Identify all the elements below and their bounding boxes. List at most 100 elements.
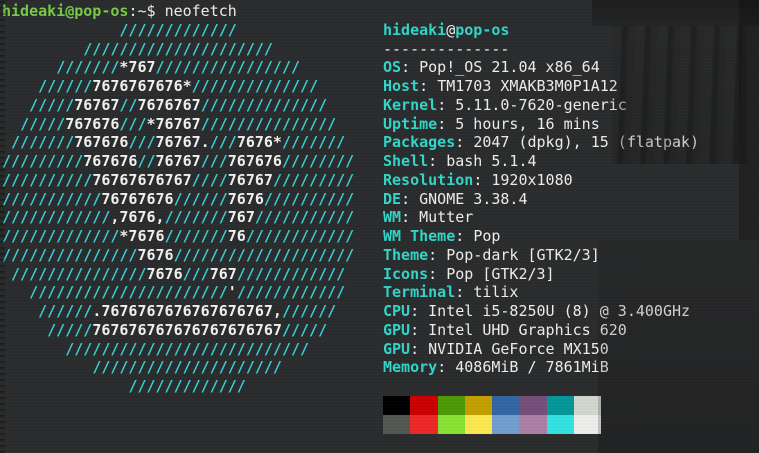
info-value: tilix — [473, 283, 519, 302]
info-row: GPU: NVIDIA GeForce MX150 — [383, 340, 699, 359]
info-row: WM Theme: Pop — [383, 227, 699, 246]
info-separator: : — [437, 358, 456, 377]
info-row: Packages: 2047 (dpkg), 15 (flatpak) — [383, 133, 699, 152]
neofetch-info-block: hideaki@pop-os -------------- OS: Pop!_O… — [383, 21, 699, 377]
info-value: 4086MiB / 7861MiB — [455, 358, 609, 377]
info-value: Intel i5-8250U (8) @ 3.400GHz — [428, 302, 691, 320]
pop-os-ascii-logo: ///////////// ///////////////////// ////… — [2, 21, 354, 396]
info-title-user: hideaki — [383, 20, 447, 39]
info-label: Host — [383, 77, 420, 95]
palette-row-bright — [383, 414, 601, 434]
color-swatch-bright-7 — [573, 414, 601, 434]
ascii-line: //////.7676767676767676767,////// — [38, 302, 337, 320]
info-separator: : — [401, 58, 420, 77]
info-row: Resolution: 1920x1080 — [383, 171, 699, 190]
terminal-window[interactable]: hideaki@pop-os :~$ neofetch /////////////… — [0, 0, 759, 453]
info-value: GNOME 3.38.4 — [419, 189, 528, 208]
info-label: Icons — [383, 264, 429, 283]
info-label: Terminal — [383, 283, 456, 302]
ascii-line: ///////////76767676//////7676////////// — [2, 189, 355, 208]
info-value: Pop!_OS 21.04 x86_64 — [419, 58, 600, 77]
info-underline: -------------- — [383, 39, 510, 58]
ascii-line: ///////////////////// — [92, 358, 282, 377]
info-row: Kernel: 5.11.0-7620-generic — [383, 96, 699, 115]
info-separator: : — [401, 208, 420, 227]
info-label: Memory — [383, 358, 438, 377]
ascii-line: ///////////////7676//////////////////// — [2, 245, 355, 264]
ascii-line: /////76767//7676767////////////// — [29, 95, 328, 114]
info-row: DE: GNOME 3.38.4 — [383, 190, 699, 209]
info-entries: OS: Pop!_OS 21.04 x86_64 Host: TM1703 XMA… — [383, 58, 699, 377]
info-value: Intel UHD Graphics 620 — [428, 320, 627, 339]
ascii-line: ///////*767//////////////// — [56, 58, 301, 77]
ascii-line: ///////////////7676///767//////////// — [11, 264, 346, 283]
ascii-line: ///////////// — [119, 20, 237, 39]
info-separator: : — [419, 77, 438, 95]
color-swatch-bright-4 — [492, 414, 520, 434]
color-swatch-bright-2 — [437, 414, 465, 434]
ascii-line: ///////767676///76767.///7676*/////// — [11, 133, 346, 152]
info-row: GPU: Intel UHD Graphics 620 — [383, 321, 699, 340]
info-label: Resolution — [383, 170, 474, 189]
color-swatch-normal-2 — [437, 396, 465, 415]
color-palette — [383, 396, 601, 434]
info-separator: : — [410, 302, 429, 320]
info-label: Theme — [383, 245, 429, 264]
info-row: OS: Pop!_OS 21.04 x86_64 — [383, 58, 699, 77]
color-swatch-normal-5 — [519, 396, 547, 415]
info-separator: : — [401, 189, 420, 208]
palette-row-normal — [383, 396, 601, 415]
color-swatch-normal-4 — [492, 396, 520, 415]
info-label: GPU — [383, 320, 411, 339]
info-value: bash 5.1.4 — [446, 152, 537, 170]
ascii-line: /////767676///*76767/////////////// — [20, 114, 337, 133]
info-separator: : — [428, 245, 447, 264]
info-row: Shell: bash 5.1.4 — [383, 152, 699, 171]
info-label: Shell — [383, 152, 429, 170]
ascii-line: //////////////////////'//////////// — [29, 283, 346, 302]
ascii-line: //////7676767676*////////////// — [38, 77, 319, 95]
info-label: Kernel — [383, 95, 438, 114]
info-value: NVIDIA GeForce MX150 — [428, 339, 609, 358]
info-separator: : — [410, 339, 429, 358]
color-swatch-bright-6 — [546, 414, 574, 434]
info-title: hideaki@pop-os — [383, 21, 699, 40]
color-swatch-normal-0 — [383, 396, 411, 415]
info-label: GPU — [383, 339, 411, 358]
ascii-line: ///////////// — [128, 377, 246, 395]
ascii-line: ///////////////////// — [83, 39, 273, 58]
color-swatch-bright-0 — [383, 414, 411, 434]
info-separator: : — [410, 320, 429, 339]
prompt-command: neofetch — [164, 2, 237, 20]
info-separator: : — [428, 152, 447, 170]
terminal-left-column: hideaki@pop-os:~$ neofetch /////////////… — [2, 2, 354, 396]
info-separator: : — [437, 114, 456, 133]
at-symbol: @ — [446, 20, 456, 39]
info-row: CPU: Intel i5-8250U (8) @ 3.400GHz — [383, 302, 699, 321]
ascii-line: /////////////////////////// — [65, 339, 310, 358]
background-texture-right-edge — [739, 0, 759, 240]
prompt-path-symbol: :~$ — [128, 2, 165, 20]
ascii-line: /////////////*7676///////76//////////// — [2, 227, 355, 245]
info-label: Packages — [383, 133, 456, 152]
color-swatch-bright-3 — [464, 414, 492, 434]
info-separator: : — [428, 264, 447, 283]
info-value: 2047 (dpkg), 15 (flatpak) — [473, 133, 700, 152]
info-value: TM1703 XMAKB3M0P1A12 — [437, 77, 618, 95]
info-value: 5.11.0-7620-generic — [455, 95, 627, 114]
info-label: DE — [383, 189, 402, 208]
info-row: Theme: Pop-dark [GTK2/3] — [383, 246, 699, 265]
info-separator: : — [473, 170, 492, 189]
info-label: WM Theme — [383, 227, 456, 245]
color-swatch-bright-1 — [410, 414, 438, 434]
color-swatch-normal-1 — [410, 396, 438, 415]
color-swatch-normal-7 — [573, 396, 601, 415]
info-row: Host: TM1703 XMAKB3M0P1A12 — [383, 77, 699, 96]
info-value: Pop — [473, 227, 501, 245]
info-value: Pop-dark [GTK2/3] — [446, 245, 600, 264]
info-value: 5 hours, 16 mins — [455, 114, 600, 133]
ascii-line: /////////767676//76767///767676//////// — [2, 152, 355, 170]
info-separator: : — [455, 283, 474, 302]
info-separator: : — [437, 95, 456, 114]
info-value: Pop [GTK2/3] — [446, 264, 555, 283]
